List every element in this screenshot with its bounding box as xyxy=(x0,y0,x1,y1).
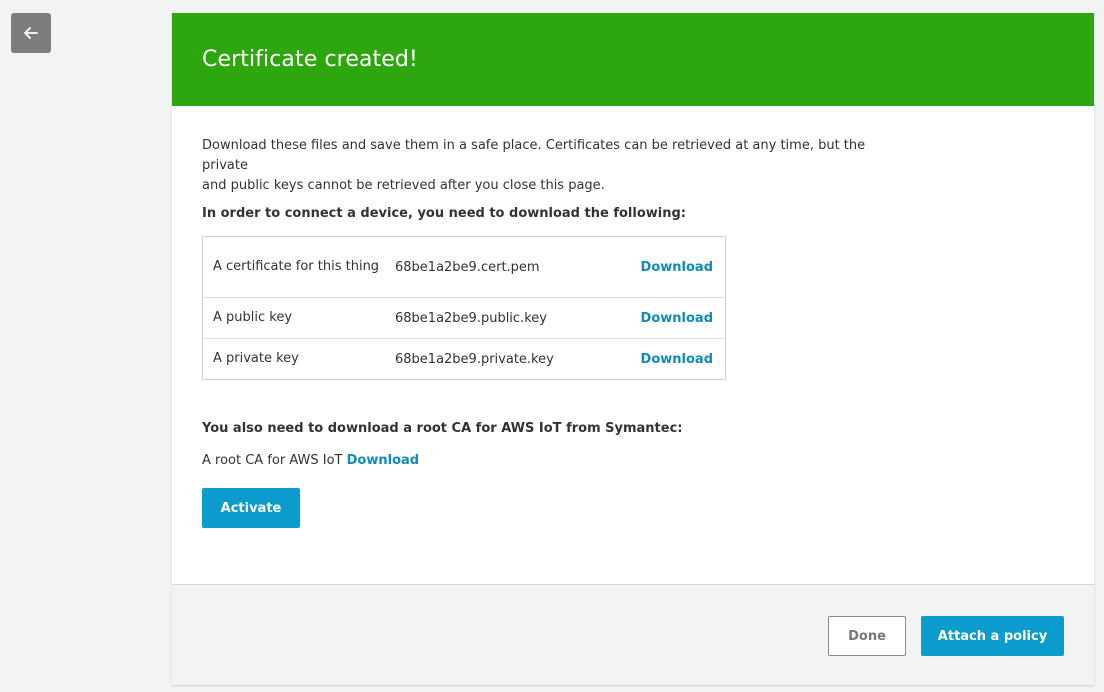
download-cert-link[interactable]: Download xyxy=(641,260,713,275)
panel-footer: Done Attach a policy xyxy=(172,584,1094,685)
download-root-ca-link[interactable]: Download xyxy=(347,453,419,468)
arrow-left-icon xyxy=(24,24,38,43)
back-button[interactable] xyxy=(11,13,51,53)
file-name: 68be1a2be9.private.key xyxy=(395,351,554,367)
root-ca-heading: You also need to download a root CA for … xyxy=(202,421,683,436)
root-ca-line: A root CA for AWS IoT Download xyxy=(202,453,419,468)
done-button[interactable]: Done xyxy=(828,616,906,656)
file-label: A certificate for this thing xyxy=(213,259,380,274)
activate-button[interactable]: Activate xyxy=(202,488,300,528)
file-name: 68be1a2be9.cert.pem xyxy=(395,259,540,275)
file-label: A public key xyxy=(213,310,293,325)
files-heading: In order to connect a device, you need t… xyxy=(202,206,686,221)
download-private-key-link[interactable]: Download xyxy=(641,352,713,367)
files-table: A certificate for this thing 68be1a2be9.… xyxy=(202,236,726,380)
file-label: A private key xyxy=(213,351,299,366)
table-row: A public key 68be1a2be9.public.key Downl… xyxy=(203,297,725,338)
success-banner: Certificate created! xyxy=(172,13,1094,106)
intro-line-2: and public keys cannot be retrieved afte… xyxy=(202,178,605,193)
attach-policy-button[interactable]: Attach a policy xyxy=(921,616,1064,656)
intro-text: Download these files and save them in a … xyxy=(202,136,902,196)
file-name: 68be1a2be9.public.key xyxy=(395,310,547,326)
download-public-key-link[interactable]: Download xyxy=(641,311,713,326)
root-ca-label: A root CA for AWS IoT xyxy=(202,453,343,468)
intro-line-1: Download these files and save them in a … xyxy=(202,138,866,173)
table-row: A certificate for this thing 68be1a2be9.… xyxy=(203,237,725,297)
table-row: A private key 68be1a2be9.private.key Dow… xyxy=(203,338,725,379)
certificate-panel: Certificate created! Download these file… xyxy=(172,13,1094,685)
banner-title: Certificate created! xyxy=(202,47,418,72)
